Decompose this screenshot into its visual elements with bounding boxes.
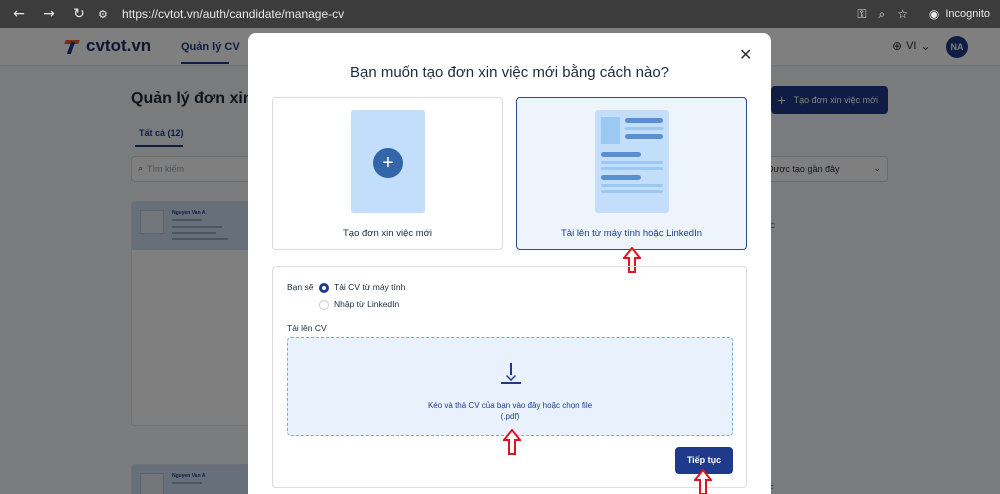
modal-title: Bạn muốn tạo đơn xin việc mới bằng cách … <box>349 64 670 81</box>
browser-nav: ← → ↻ <box>4 6 94 22</box>
omnibox-icons: ⚿ ⌕ ☆ <box>857 0 908 28</box>
incognito-indicator[interactable]: ◉ Incognito <box>929 0 990 28</box>
ban-se-label: Bạn sẽ <box>287 282 314 292</box>
close-icon[interactable]: ✕ <box>739 45 752 64</box>
document-line <box>601 175 641 180</box>
zoom-icon[interactable]: ⌕ <box>879 7 886 22</box>
dropzone-text: Kéo và thả CV của bạn vào đây hoặc chọn … <box>288 400 732 422</box>
upload-cv-label: Tải lên CV <box>287 323 327 333</box>
file-dropzone[interactable]: Kéo và thả CV của bạn vào đây hoặc chọn … <box>287 337 733 436</box>
document-line <box>601 190 663 193</box>
back-icon[interactable]: ← <box>4 6 34 22</box>
document-line <box>625 118 663 123</box>
annotation-arrow-icon <box>503 429 521 455</box>
document-line <box>625 127 663 130</box>
document-photo-block <box>601 117 620 144</box>
browser-toolbar: ← → ↻ ⚙ https://cvtot.vn/auth/candidate/… <box>0 0 1000 28</box>
new-document-illustration: + <box>351 110 425 213</box>
document-line <box>601 152 641 157</box>
url-text[interactable]: https://cvtot.vn/auth/candidate/manage-c… <box>122 7 344 21</box>
option-upload[interactable]: Tải lên từ máy tính hoặc LinkedIn <box>516 97 747 250</box>
site-info-icon[interactable]: ⚙ <box>98 8 118 21</box>
radio-import-linkedin-label[interactable]: Nhập từ LinkedIn <box>334 299 399 309</box>
annotation-arrow-icon <box>694 469 712 494</box>
bookmark-star-icon[interactable]: ☆ <box>897 7 908 21</box>
radio-upload-computer-label[interactable]: Tải CV từ máy tính <box>334 282 405 292</box>
incognito-label: Incognito <box>945 8 990 20</box>
document-line <box>625 134 663 139</box>
option-create-new[interactable]: + Tạo đơn xin việc mới <box>272 97 503 250</box>
document-line <box>601 184 663 187</box>
dropzone-instruction: Kéo và thả CV của bạn vào đây hoặc chọn … <box>427 401 593 410</box>
radio-upload-computer[interactable] <box>319 283 329 293</box>
document-illustration <box>595 110 669 213</box>
create-cv-modal: ✕ Bạn muốn tạo đơn xin việc mới bằng các… <box>248 33 771 494</box>
option-upload-label: Tải lên từ máy tính hoặc LinkedIn <box>560 228 703 239</box>
reload-icon[interactable]: ↻ <box>64 6 94 22</box>
download-icon <box>499 361 523 385</box>
incognito-icon: ◉ <box>928 7 940 21</box>
radio-import-linkedin[interactable] <box>319 300 329 310</box>
address-bar[interactable]: ⚙ https://cvtot.vn/auth/candidate/manage… <box>92 0 908 28</box>
option-create-new-label: Tạo đơn xin việc mới <box>342 228 433 239</box>
forward-icon[interactable]: → <box>34 6 64 22</box>
plus-icon: + <box>373 148 403 178</box>
key-icon[interactable]: ⚿ <box>857 7 866 22</box>
document-line <box>601 167 663 170</box>
dropzone-file-type: (.pdf) <box>500 412 520 421</box>
document-line <box>601 161 663 164</box>
